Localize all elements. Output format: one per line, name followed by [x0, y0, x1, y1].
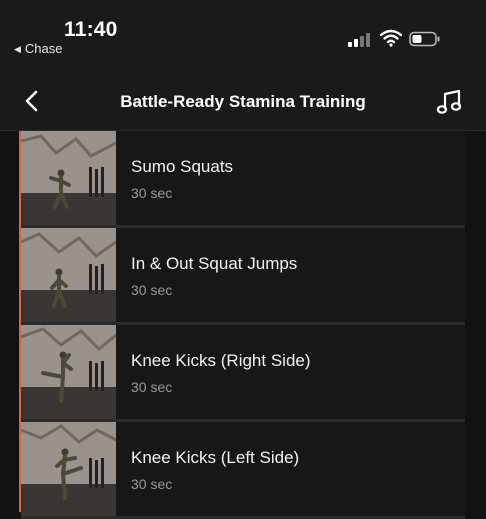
- page-title: Battle-Ready Stamina Training: [120, 92, 366, 111]
- exercise-thumbnail: [21, 422, 116, 516]
- exercise-thumbnail: [21, 228, 116, 322]
- battery-icon: [409, 31, 440, 47]
- back-to-app-link[interactable]: ◀ Chase: [14, 41, 63, 56]
- wifi-icon: [380, 29, 402, 47]
- exercise-name: In & Out Squat Jumps: [131, 254, 298, 273]
- exercise-duration: 30 sec: [131, 379, 173, 395]
- cellular-signal-icon: [348, 31, 374, 47]
- exercise-row[interactable]: In & Out Squat Jumps 30 sec: [21, 228, 465, 325]
- exercise-name: Knee Kicks (Left Side): [131, 448, 300, 467]
- music-note-icon[interactable]: [436, 89, 464, 115]
- progress-indicator: [19, 131, 21, 512]
- exercise-duration: 30 sec: [131, 185, 173, 201]
- exercise-thumbnail: [21, 325, 116, 419]
- status-time: 11:40: [64, 18, 118, 41]
- exercise-duration: 30 sec: [131, 476, 173, 492]
- exercise-name: Knee Kicks (Right Side): [131, 351, 311, 370]
- exercise-row[interactable]: Sumo Squats 30 sec: [21, 131, 465, 228]
- exercise-name: Sumo Squats: [131, 157, 234, 176]
- back-triangle-icon: ◀: [14, 44, 21, 54]
- exercise-row[interactable]: Knee Kicks (Left Side) 30 sec: [21, 422, 465, 519]
- back-app-label: Chase: [24, 41, 63, 56]
- exercise-thumbnail: [21, 131, 116, 225]
- exercise-row[interactable]: Knee Kicks (Right Side) 30 sec: [21, 325, 465, 422]
- nav-bar: Battle-Ready Stamina Training: [0, 62, 486, 131]
- status-bar: 11:40 ◀ Chase: [0, 0, 486, 62]
- exercise-duration: 30 sec: [131, 282, 173, 298]
